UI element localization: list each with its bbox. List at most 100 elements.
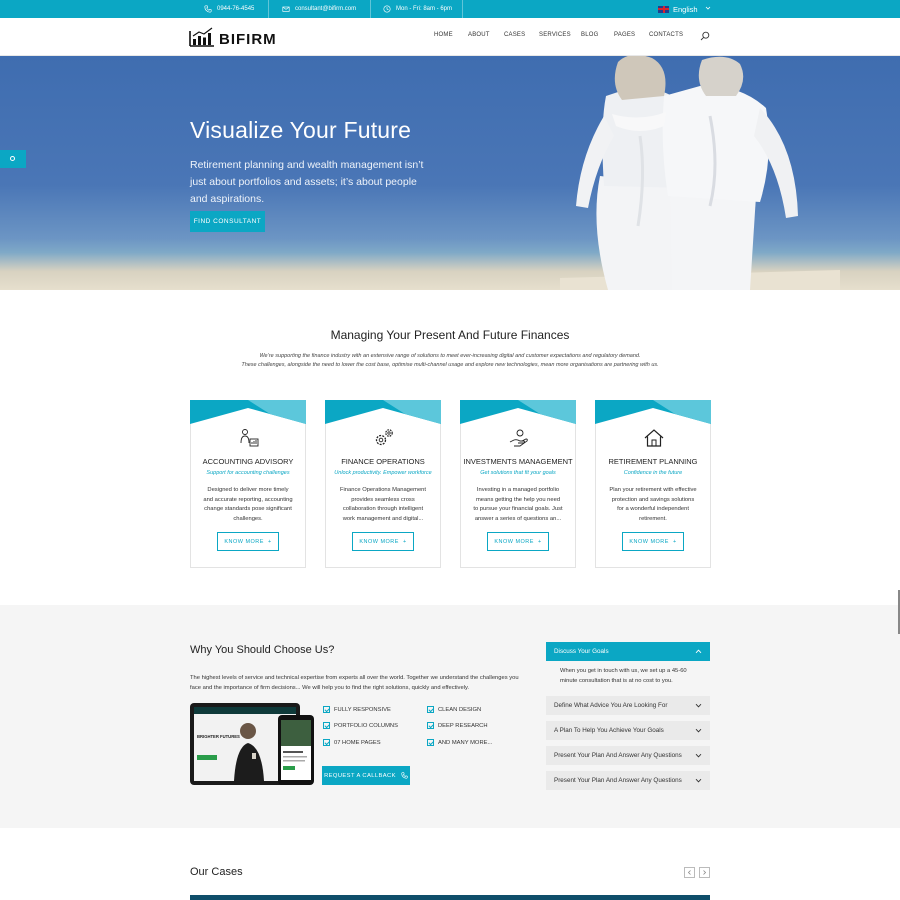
chevron-right-icon	[703, 870, 707, 875]
card-description: Finance Operations Management provides s…	[339, 487, 427, 522]
services-subtitle: We’re supporting the finance industry wi…	[210, 352, 690, 370]
top-bar: 0944-76-4545 consultant@bifirm.com Mon -…	[0, 0, 900, 18]
feature-item: CLEAN DESIGN	[427, 706, 481, 713]
uk-flag-icon	[658, 5, 669, 13]
device-heading: BRIGHTER FUTURES	[197, 734, 240, 739]
checkbox-icon	[323, 739, 330, 746]
phone-number: 0944-76-4545	[217, 6, 255, 12]
checkbox-icon	[427, 722, 434, 729]
language-selector[interactable]: English	[658, 0, 698, 18]
business-hours: Mon - Fri: 8am - 6pm	[383, 0, 452, 18]
cases-next-button[interactable]	[699, 867, 710, 878]
service-card-finance: FINANCE OPERATIONS Unlock productivity. …	[325, 400, 441, 568]
divider	[462, 0, 463, 18]
email-address: consultant@bifirm.com	[295, 6, 357, 12]
know-more-label: KNOW MORE	[629, 538, 669, 545]
cases-prev-button[interactable]	[684, 867, 695, 878]
know-more-button[interactable]: KNOW MORE +	[622, 532, 684, 551]
chevron-down-icon	[695, 753, 702, 758]
case-slider-preview	[190, 895, 710, 900]
hero-banner	[0, 56, 900, 290]
chevron-down-icon	[695, 728, 702, 733]
language-label: English	[673, 4, 698, 14]
card-title: RETIREMENT PLANNING	[608, 457, 698, 466]
feature-label: 07 HOME PAGES	[334, 739, 381, 746]
phone-icon	[204, 5, 212, 13]
service-card-investments: INVESTMENTS MANAGEMENT Get solutions tha…	[460, 400, 576, 568]
nav-pages[interactable]: PAGES	[614, 32, 635, 38]
accordion-item-plan[interactable]: A Plan To Help You Achieve Your Goals	[546, 721, 710, 740]
service-card-accounting: ACCOUNTING ADVISORY Support for accounti…	[190, 400, 306, 568]
checkbox-icon	[323, 706, 330, 713]
chevron-down-icon	[695, 703, 702, 708]
plus-icon: +	[537, 538, 542, 545]
request-callback-button[interactable]: REQUEST A CALLBACK	[322, 766, 410, 785]
nav-blog[interactable]: BLOG	[581, 32, 598, 38]
accordion-title: A Plan To Help You Achieve Your Goals	[554, 727, 664, 734]
find-consultant-button[interactable]: FIND CONSULTANT	[190, 211, 265, 232]
card-description: Designed to deliver more timely and accu…	[203, 487, 293, 522]
accordion-body: When you get in touch with us, we set up…	[560, 668, 687, 684]
side-settings-tab[interactable]	[0, 150, 26, 168]
plus-icon: +	[402, 538, 407, 545]
bar-chart-logo-icon	[189, 27, 214, 47]
chevron-left-icon	[687, 870, 691, 875]
clock-icon	[383, 5, 391, 13]
nav-home[interactable]: HOME	[434, 32, 453, 38]
feature-item: FULLY RESPONSIVE	[323, 706, 391, 713]
know-more-button[interactable]: KNOW MORE +	[352, 532, 414, 551]
devices-mockup-image: BRIGHTER FUTURES	[190, 703, 314, 785]
accordion-item-present-plan[interactable]: Present Your Plan And Answer Any Questio…	[546, 746, 710, 765]
accordion-item-present-plan-2[interactable]: Present Your Plan And Answer Any Questio…	[546, 771, 710, 790]
card-header-shape	[325, 400, 441, 424]
service-card-retirement: RETIREMENT PLANNING Confidence in the fu…	[595, 400, 711, 568]
search-icon[interactable]	[700, 31, 710, 41]
accordion-title: Present Your Plan And Answer Any Questio…	[554, 752, 682, 759]
logo[interactable]: BIFIRM	[189, 27, 277, 47]
logo-text: BIFIRM	[219, 31, 277, 48]
accordion-title: Present Your Plan And Answer Any Questio…	[554, 777, 682, 784]
card-header-shape	[190, 400, 306, 424]
why-text: The highest levels of service and techni…	[190, 675, 519, 691]
checkbox-icon	[427, 739, 434, 746]
feature-item: AND MANY MORE...	[427, 739, 492, 746]
hero-photo-couple	[560, 56, 840, 290]
why-title: Why You Should Choose Us?	[190, 644, 335, 656]
know-more-button[interactable]: KNOW MORE +	[487, 532, 549, 551]
divider	[268, 0, 269, 18]
know-more-label: KNOW MORE	[494, 538, 534, 545]
card-description: Investing in a managed portfolio means g…	[473, 487, 563, 522]
nav-about[interactable]: ABOUT	[468, 32, 490, 38]
feature-item: 07 HOME PAGES	[323, 739, 381, 746]
phone-contact[interactable]: 0944-76-4545	[204, 0, 254, 18]
card-title: ACCOUNTING ADVISORY	[202, 457, 294, 466]
people-chart-icon	[240, 429, 259, 447]
nav-contacts[interactable]: CONTACTS	[649, 32, 683, 38]
card-tagline: Support for accounting challenges	[206, 470, 290, 476]
main-header: BIFIRM HOME ABOUT CASES SERVICES BLOG PA…	[0, 18, 900, 56]
card-header-shape	[595, 400, 711, 424]
feature-label: AND MANY MORE...	[438, 739, 493, 746]
callback-label: REQUEST A CALLBACK	[324, 772, 396, 779]
house-icon	[644, 429, 664, 447]
divider	[370, 0, 371, 18]
email-contact[interactable]: consultant@bifirm.com	[282, 0, 356, 18]
plus-icon: +	[267, 538, 272, 545]
feature-item: PORTFOLIO COLUMNS	[323, 722, 398, 729]
chevron-up-icon	[695, 649, 702, 654]
chevron-down-icon	[695, 778, 702, 783]
accordion-item-discuss-goals[interactable]: Discuss Your Goals	[546, 642, 710, 661]
card-title: FINANCE OPERATIONS	[341, 457, 425, 466]
nav-services[interactable]: SERVICES	[539, 32, 571, 38]
settings-icon	[10, 156, 15, 161]
know-more-button[interactable]: KNOW MORE +	[217, 532, 279, 551]
know-more-label: KNOW MORE	[359, 538, 399, 545]
card-description: Plan your retirement with effective prot…	[609, 487, 697, 522]
chevron-down-icon[interactable]	[705, 5, 711, 11]
nav-cases[interactable]: CASES	[504, 32, 525, 38]
hours-text: Mon - Fri: 8am - 6pm	[396, 6, 453, 12]
accordion-item-define-advice[interactable]: Define What Advice You Are Looking For	[546, 696, 710, 715]
hand-coin-icon	[509, 429, 528, 447]
mail-icon	[282, 6, 290, 12]
accordion-title: Discuss Your Goals	[554, 648, 609, 655]
